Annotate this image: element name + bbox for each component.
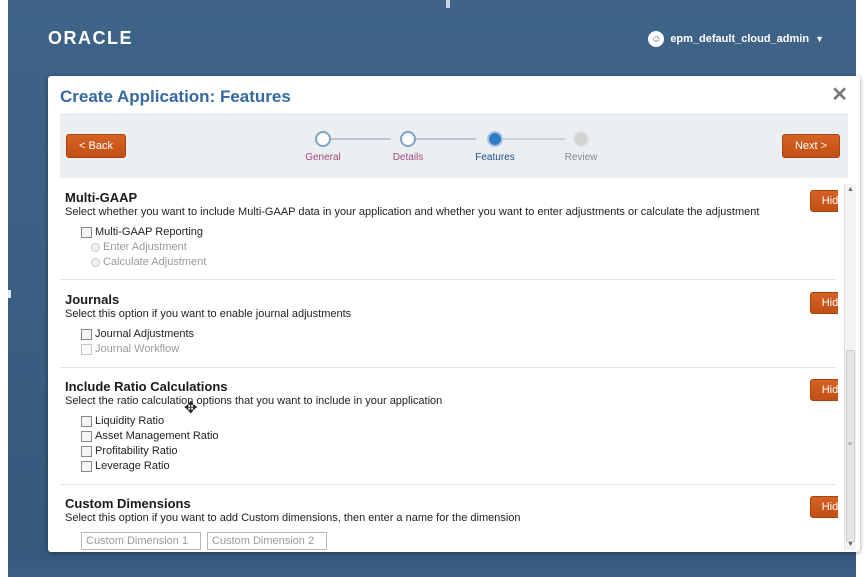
chevron-down-icon: ▼ bbox=[815, 34, 824, 44]
username-label: epm_default_cloud_admin bbox=[670, 33, 810, 45]
custom-dimension-2-input[interactable] bbox=[207, 532, 327, 550]
oracle-logo: ORACLE bbox=[48, 28, 133, 48]
profitability-ratio-checkbox[interactable] bbox=[81, 445, 92, 457]
section-description: Select this option if you want to enable… bbox=[65, 308, 352, 320]
scroll-up-icon[interactable]: ▲ bbox=[847, 186, 854, 193]
option-label: Journal Adjustments bbox=[95, 328, 195, 340]
train-connector bbox=[323, 138, 391, 140]
step-general-label[interactable]: General bbox=[288, 152, 358, 163]
grip-icon: ≡ bbox=[848, 441, 853, 448]
option-label: Multi-GAAP Reporting bbox=[95, 226, 204, 238]
enter-adjustment-option: Enter Adjustment bbox=[91, 241, 187, 253]
section-description: Select this option if you want to add Cu… bbox=[65, 512, 521, 524]
option-label: Liquidity Ratio bbox=[95, 415, 165, 427]
asset-management-ratio-option[interactable]: Asset Management Ratio bbox=[81, 430, 219, 442]
app-frame: ORACLE ☺ epm_default_cloud_admin ▼ Creat… bbox=[8, 0, 860, 577]
multi-gaap-reporting-option[interactable]: Multi-GAAP Reporting bbox=[81, 226, 203, 238]
option-label: Journal Workflow bbox=[95, 343, 180, 355]
move-cursor-icon: ✥ bbox=[184, 400, 198, 417]
liquidity-ratio-checkbox[interactable] bbox=[81, 415, 92, 427]
step-review-label: Review bbox=[564, 152, 598, 163]
scroll-down-icon[interactable]: ▼ bbox=[847, 541, 854, 548]
leverage-ratio-checkbox[interactable] bbox=[81, 460, 92, 472]
section-divider bbox=[60, 279, 836, 280]
features-content: Multi-GAAP Select whether you want to in… bbox=[60, 184, 838, 550]
hide-ratios-button[interactable]: Hide bbox=[810, 379, 838, 401]
option-label: Leverage Ratio bbox=[95, 460, 170, 472]
leverage-ratio-option[interactable]: Leverage Ratio bbox=[81, 460, 170, 472]
hide-journals-button[interactable]: Hide bbox=[810, 292, 838, 314]
custom-dimension-1-input[interactable] bbox=[81, 532, 201, 550]
section-description: Select the ratio calculation options tha… bbox=[65, 395, 443, 407]
window-notch bbox=[446, 0, 450, 8]
hide-custom-dimensions-button[interactable]: Hide bbox=[810, 496, 838, 518]
option-label: Enter Adjustment bbox=[103, 241, 187, 253]
liquidity-ratio-option[interactable]: Liquidity Ratio bbox=[81, 415, 164, 427]
train-connector bbox=[408, 138, 476, 140]
step-features-marker bbox=[487, 131, 503, 147]
calculate-adjustment-option: Calculate Adjustment bbox=[91, 256, 206, 268]
bottom-strip bbox=[8, 561, 856, 577]
enter-adjustment-radio bbox=[91, 242, 100, 252]
train-connector bbox=[495, 138, 565, 140]
step-details-marker[interactable] bbox=[400, 131, 416, 147]
hide-multi-gaap-button[interactable]: Hide bbox=[810, 190, 838, 212]
section-heading: Journals bbox=[65, 292, 120, 307]
asset-management-ratio-checkbox[interactable] bbox=[81, 430, 92, 442]
section-heading: Multi-GAAP bbox=[65, 190, 138, 205]
section-divider bbox=[60, 367, 836, 368]
step-details-label[interactable]: Details bbox=[373, 152, 443, 163]
calculate-adjustment-radio bbox=[91, 257, 100, 267]
section-heading: Custom Dimensions bbox=[65, 496, 191, 511]
option-label: Profitability Ratio bbox=[95, 445, 178, 457]
step-features-label: Features bbox=[475, 152, 515, 163]
scroll-thumb[interactable]: ≡ bbox=[846, 350, 855, 542]
profitability-ratio-option[interactable]: Profitability Ratio bbox=[81, 445, 178, 457]
journal-adjustments-option[interactable]: Journal Adjustments bbox=[81, 328, 194, 340]
journal-workflow-option: Journal Workflow bbox=[81, 343, 179, 355]
section-divider bbox=[60, 484, 836, 485]
multi-gaap-reporting-checkbox[interactable] bbox=[81, 226, 92, 238]
next-button[interactable]: Next > bbox=[782, 134, 840, 158]
create-application-dialog: Create Application: Features ✕ < Back Ge… bbox=[48, 76, 860, 552]
user-icon: ☺ bbox=[648, 31, 665, 47]
dialog-title: Create Application: Features bbox=[60, 87, 291, 106]
content-scrollbar[interactable]: ▲ ≡ ▼ bbox=[844, 184, 856, 550]
section-heading: Include Ratio Calculations bbox=[65, 379, 228, 394]
step-general-marker[interactable] bbox=[315, 131, 331, 147]
step-review-marker bbox=[573, 131, 589, 147]
journal-workflow-checkbox bbox=[81, 343, 92, 355]
option-label: Calculate Adjustment bbox=[103, 256, 207, 268]
journal-adjustments-checkbox[interactable] bbox=[81, 328, 92, 340]
close-icon[interactable]: ✕ bbox=[831, 82, 848, 107]
back-button[interactable]: < Back bbox=[66, 134, 126, 158]
section-description: Select whether you want to include Multi… bbox=[65, 206, 760, 218]
option-label: Asset Management Ratio bbox=[95, 430, 219, 442]
user-menu[interactable]: ☺ epm_default_cloud_admin ▼ bbox=[648, 31, 824, 47]
window-edge-mark bbox=[8, 290, 11, 298]
wizard-train-bar: < Back General Details Features Review N… bbox=[60, 114, 848, 178]
wizard-train: General Details Features Review bbox=[305, 131, 605, 171]
